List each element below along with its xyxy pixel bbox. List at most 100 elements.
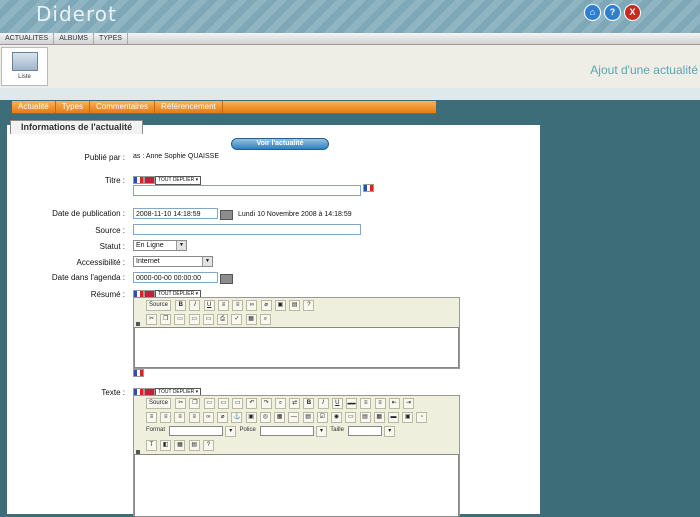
undo-icon[interactable]: ↶: [246, 398, 258, 409]
textarea-icon[interactable]: ▤: [359, 412, 371, 423]
underline-button[interactable]: U: [203, 300, 215, 311]
indent-icon[interactable]: ⇥: [403, 398, 414, 409]
checkbox-icon[interactable]: ☑: [316, 412, 328, 423]
close-icon[interactable]: X: [624, 4, 641, 21]
image-button-icon[interactable]: ▣: [402, 412, 414, 423]
paste-icon[interactable]: ▭: [174, 314, 186, 325]
spellcheck-icon[interactable]: ✓: [231, 314, 243, 325]
page-title: Ajout d'une actualité: [590, 63, 698, 77]
bold-button[interactable]: B: [175, 300, 187, 311]
italic-button[interactable]: I: [189, 300, 201, 311]
home-icon[interactable]: ⌂: [584, 4, 601, 21]
copy-icon[interactable]: ❐: [160, 314, 172, 325]
table-icon[interactable]: ▦: [174, 440, 186, 451]
justify-icon[interactable]: ≡: [188, 412, 200, 423]
bullet-list-icon[interactable]: ≡: [232, 300, 244, 311]
text-color-icon[interactable]: T: [146, 440, 157, 451]
help-icon[interactable]: ?: [202, 440, 214, 451]
align-center-icon[interactable]: ≡: [160, 412, 172, 423]
underline-button[interactable]: U: [331, 398, 343, 409]
unlink-icon[interactable]: ⌀: [217, 412, 229, 423]
button-icon[interactable]: ▬: [387, 412, 399, 423]
font-select[interactable]: [260, 426, 315, 436]
cut-icon[interactable]: ✂: [175, 398, 187, 409]
select-icon[interactable]: ▦: [373, 412, 385, 423]
source-button[interactable]: Source: [146, 398, 172, 409]
editor-toolbar-row: Format ▾ Police ▾ Taille ▾: [146, 425, 396, 437]
paste-word-icon[interactable]: ▭: [202, 314, 214, 325]
status-select[interactable]: En Ligne ▼: [133, 240, 187, 251]
anchor-icon[interactable]: ⚓: [231, 412, 243, 423]
flag-fr-icon[interactable]: [133, 176, 144, 184]
size-select[interactable]: [348, 426, 383, 436]
expand-all-button[interactable]: TOUT DEPLIER ▾: [155, 176, 202, 185]
outdent-icon[interactable]: ⇤: [388, 398, 400, 409]
strikethrough-button[interactable]: ABC: [346, 398, 358, 409]
ordered-list-icon[interactable]: ≡: [360, 398, 372, 409]
italic-button[interactable]: I: [317, 398, 329, 409]
replace-icon[interactable]: ⇄: [289, 398, 301, 409]
find-icon[interactable]: ⌕: [274, 398, 286, 409]
link-icon[interactable]: ∞: [202, 412, 214, 423]
format-select[interactable]: [169, 426, 224, 436]
title-input[interactable]: [133, 185, 361, 196]
print-icon[interactable]: ⎙: [217, 314, 229, 325]
ordered-list-icon[interactable]: ≡: [217, 300, 229, 311]
summary-text-area[interactable]: [134, 327, 459, 368]
tab-commentaires[interactable]: Commentaires: [90, 101, 156, 113]
text-editor: Source ✂ ❐ ▭ ▭ ▭ ↶ ↷ ⌕ ⇄ B I U ABC ≡ ≡ ⇤…: [133, 395, 460, 517]
paste-icon[interactable]: ▭: [203, 398, 215, 409]
form-icon[interactable]: ▤: [302, 412, 314, 423]
help-icon[interactable]: ?: [303, 300, 315, 311]
tab-types[interactable]: Types: [56, 101, 91, 113]
text-area[interactable]: [134, 454, 459, 517]
paste-text-icon[interactable]: ▭: [217, 398, 229, 409]
view-article-button[interactable]: Voir l'actualité: [231, 138, 329, 150]
flash-icon[interactable]: ◎: [259, 412, 271, 423]
menu-item-albums[interactable]: ALBUMS: [54, 33, 94, 44]
collapse-toolbar-icon[interactable]: [136, 322, 140, 326]
tab-referencement[interactable]: Référencement: [155, 101, 223, 113]
calendar-icon[interactable]: [220, 274, 233, 284]
preview-icon[interactable]: ▤: [188, 440, 200, 451]
source-button[interactable]: Source: [146, 300, 172, 311]
hidden-field-icon[interactable]: ▫: [416, 412, 428, 423]
redo-icon[interactable]: ↷: [260, 398, 272, 409]
align-right-icon[interactable]: ≡: [174, 412, 186, 423]
background-color-icon[interactable]: ◧: [160, 440, 172, 451]
bullet-list-icon[interactable]: ≡: [374, 398, 386, 409]
table-icon[interactable]: ▦: [274, 412, 286, 423]
preview-icon[interactable]: ▤: [289, 300, 301, 311]
calendar-icon[interactable]: [220, 210, 233, 220]
help-icon[interactable]: ?: [604, 4, 621, 21]
image-icon[interactable]: ▣: [245, 412, 257, 423]
find-icon[interactable]: ⌕: [259, 314, 271, 325]
flag-uk-icon[interactable]: [144, 176, 155, 184]
publish-date-input[interactable]: 2008-11-10 14:18:59: [133, 208, 218, 219]
menu-item-actualites[interactable]: ACTUALITES: [0, 33, 55, 44]
chevron-down-icon[interactable]: ▾: [316, 426, 328, 437]
image-icon[interactable]: ▣: [274, 300, 286, 311]
bold-button[interactable]: B: [303, 398, 315, 409]
source-input[interactable]: [133, 224, 361, 235]
font-label: Police: [239, 427, 256, 433]
liste-button[interactable]: Liste: [1, 47, 48, 86]
radio-icon[interactable]: ◉: [331, 412, 343, 423]
cut-icon[interactable]: ✂: [146, 314, 157, 325]
textfield-icon[interactable]: ▭: [345, 412, 357, 423]
agenda-date-input[interactable]: 0000-00-00 00:00:00: [133, 272, 218, 283]
horizontal-rule-icon[interactable]: ―: [288, 412, 300, 423]
link-icon[interactable]: ∞: [246, 300, 258, 311]
accessibility-select[interactable]: Internet ▼: [133, 256, 213, 267]
paste-text-icon[interactable]: ▭: [188, 314, 200, 325]
table-icon[interactable]: ▦: [245, 314, 257, 325]
copy-icon[interactable]: ❐: [189, 398, 201, 409]
tab-actualite[interactable]: Actualité: [12, 101, 56, 113]
status-label: Statut :: [99, 242, 125, 251]
chevron-down-icon[interactable]: ▾: [384, 426, 396, 437]
align-left-icon[interactable]: ≡: [146, 412, 157, 423]
menu-item-types[interactable]: TYPES: [94, 33, 128, 44]
chevron-down-icon[interactable]: ▾: [225, 426, 237, 437]
unlink-icon[interactable]: ⌀: [260, 300, 272, 311]
paste-word-icon[interactable]: ▭: [232, 398, 244, 409]
